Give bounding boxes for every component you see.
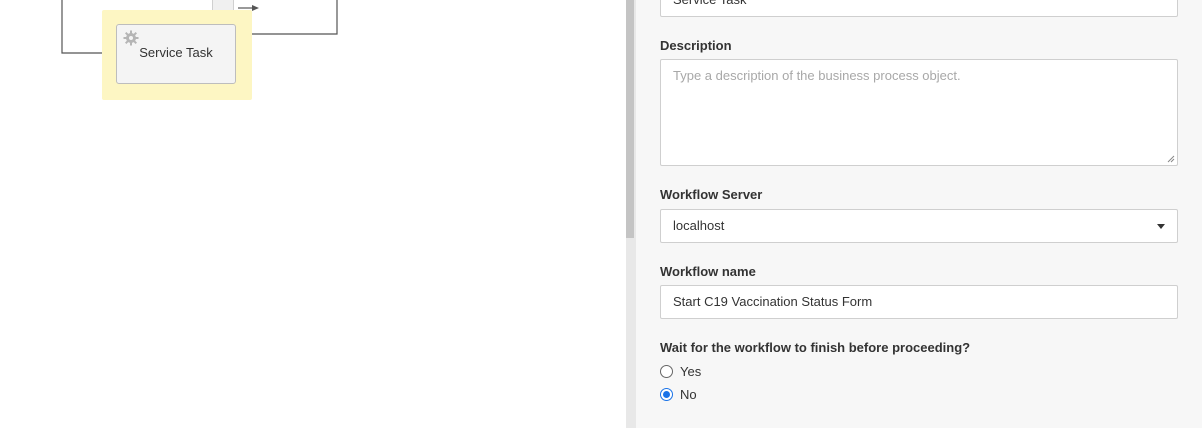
connections-layer (61, 0, 338, 57)
workflow-server-select[interactable]: localhost (660, 209, 1178, 243)
properties-panel: Service Task Description Type a descript… (636, 0, 1202, 428)
panel-splitter[interactable] (626, 0, 636, 428)
radio-option-yes[interactable]: Yes (660, 362, 701, 380)
workflow-name-input[interactable]: Start C19 Vaccination Status Form (660, 285, 1178, 319)
workflow-server-label: Workflow Server (660, 187, 763, 202)
workflow-server-value: localhost (673, 218, 725, 233)
app-root: Service Task Service Task Description Ty… (0, 0, 1202, 428)
radio-no[interactable] (660, 387, 673, 401)
scrollbar-thumb[interactable] (626, 0, 634, 238)
radio-no-label: No (680, 386, 697, 402)
gear-icon (123, 30, 139, 46)
service-task-label: Service Task (139, 45, 213, 60)
process-canvas[interactable]: Service Task (0, 0, 626, 428)
resize-grip-icon[interactable] (1167, 155, 1175, 163)
service-task-node[interactable]: Service Task (116, 24, 236, 84)
workflow-name-label: Workflow name (660, 264, 756, 279)
description-label: Description (660, 38, 732, 53)
radio-yes[interactable] (660, 364, 673, 378)
name-input[interactable]: Service Task (660, 0, 1178, 17)
description-placeholder: Type a description of the business proce… (673, 68, 961, 83)
partial-arrowhead (252, 5, 259, 11)
wait-option-label: Wait for the workflow to finish before p… (660, 340, 971, 355)
chevron-down-icon (1157, 224, 1165, 229)
radio-yes-label: Yes (680, 363, 702, 379)
description-textarea[interactable]: Type a description of the business proce… (660, 59, 1178, 166)
radio-option-no[interactable]: No (660, 385, 697, 403)
